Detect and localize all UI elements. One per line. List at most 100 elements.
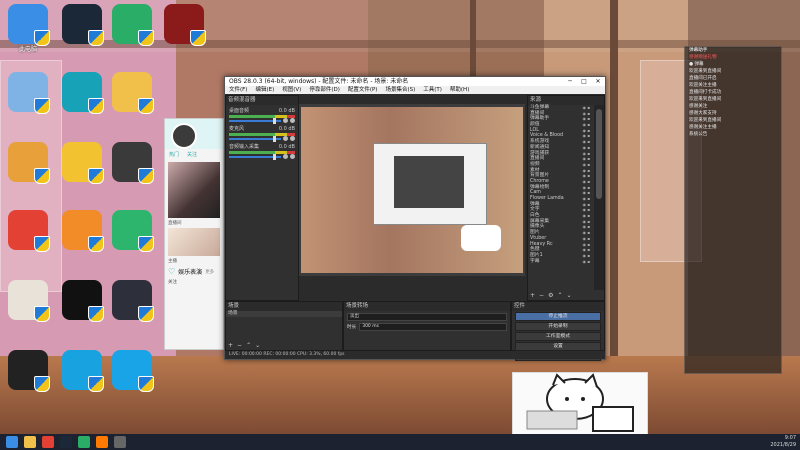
scene-item[interactable]: 场景 bbox=[226, 311, 342, 317]
stop-streaming-button[interactable]: 停止推流 bbox=[515, 312, 601, 321]
preview-canvas[interactable] bbox=[301, 107, 523, 273]
mixer-track: 音频输入采集 0.0 dB bbox=[229, 143, 295, 160]
menu-profile[interactable]: 配置文件(P) bbox=[348, 86, 378, 94]
chat-header bbox=[165, 119, 223, 149]
danmaku-line: 感谢关注主播 bbox=[689, 125, 717, 130]
gear-icon[interactable] bbox=[290, 136, 295, 141]
menu-file[interactable]: 文件(F) bbox=[229, 86, 247, 94]
desktop-icon-blue-app[interactable] bbox=[58, 350, 106, 392]
settings-button[interactable]: 设置 bbox=[515, 342, 601, 351]
list-item[interactable]: 关注 bbox=[168, 279, 220, 285]
avatar[interactable] bbox=[171, 123, 197, 149]
move-down-icon[interactable]: ⌄ bbox=[566, 292, 571, 299]
scrollbar[interactable] bbox=[594, 105, 604, 290]
desktop-icon-xbox[interactable] bbox=[58, 280, 106, 322]
gear-icon[interactable] bbox=[290, 118, 295, 123]
remove-icon[interactable]: − bbox=[539, 292, 544, 299]
entertainment-row[interactable]: ♡ 娱乐表演 更多 bbox=[168, 267, 220, 276]
desktop-icon-wallet[interactable] bbox=[4, 350, 52, 392]
desktop-icon-naraka[interactable] bbox=[160, 4, 208, 46]
scrollbar-thumb[interactable] bbox=[596, 109, 602, 199]
wechat-icon[interactable] bbox=[78, 436, 90, 448]
recycle-icon bbox=[8, 72, 50, 114]
list-item[interactable]: 主播 bbox=[168, 258, 220, 264]
desktop-icon-this-pc[interactable]: 此电脑 bbox=[4, 4, 52, 53]
start-icon[interactable] bbox=[6, 436, 18, 448]
speaker-icon[interactable] bbox=[283, 118, 288, 123]
menu-tools[interactable]: 工具(T) bbox=[423, 86, 442, 94]
obs-icon[interactable] bbox=[114, 436, 126, 448]
transition-select[interactable]: 淡出 bbox=[347, 313, 507, 321]
menu-docks[interactable]: 停靠部件(D) bbox=[309, 86, 340, 94]
chat-app-window[interactable]: 热门 关注 直播间 主播 ♡ 娱乐表演 更多 关注 bbox=[164, 118, 224, 350]
desktop-icon-app-round[interactable] bbox=[58, 72, 106, 114]
close-icon[interactable]: ✕ bbox=[591, 77, 605, 86]
danmaku-line: 欢迎关注主播 bbox=[689, 83, 717, 88]
slider-knob[interactable] bbox=[272, 117, 276, 124]
window-title: OBS 28.0.3 (64-bit, windows) - 配置文件: 未命名… bbox=[229, 78, 409, 85]
tab-hot[interactable]: 热门 bbox=[169, 151, 179, 158]
desktop-icon-app-sheet[interactable] bbox=[4, 142, 52, 184]
desktop-icon-pubg[interactable] bbox=[108, 142, 156, 184]
remove-icon[interactable]: − bbox=[237, 342, 242, 349]
system-tray[interactable]: 9:07 2021/8/29 bbox=[770, 435, 796, 449]
folder-icon bbox=[112, 72, 154, 114]
chrome-icon[interactable] bbox=[42, 436, 54, 448]
audio-mixer-panel: 音频混音器 桌面音频 0.0 dB 麦克风 0.0 dB 音频输入采集 0.0 … bbox=[225, 95, 299, 301]
slider-knob[interactable] bbox=[272, 153, 276, 160]
desktop-icon-valorant-like[interactable] bbox=[108, 280, 156, 322]
source-item[interactable]: 字幕 ◉ ▪ bbox=[530, 259, 592, 265]
visibility-icon[interactable]: ◉ ▪ bbox=[583, 259, 590, 265]
danmaku-line: 直播间打卡成功 bbox=[689, 90, 722, 95]
track-name: 音频输入采集 bbox=[229, 144, 260, 150]
speaker-icon[interactable] bbox=[283, 136, 288, 141]
stream-thumbnail[interactable] bbox=[168, 162, 220, 218]
duration-input[interactable]: 300 ms bbox=[359, 323, 507, 331]
folder-icon[interactable] bbox=[24, 436, 36, 448]
blue-app-icon bbox=[62, 350, 104, 392]
desktop-icon-qq[interactable] bbox=[108, 350, 156, 392]
menu-help[interactable]: 帮助(H) bbox=[450, 86, 469, 94]
desktop-icon-wechat[interactable] bbox=[108, 4, 156, 46]
move-up-icon[interactable]: ⌃ bbox=[246, 342, 251, 349]
minimize-icon[interactable]: ─ bbox=[563, 77, 577, 86]
menu-edit[interactable]: 编辑(E) bbox=[255, 86, 274, 94]
obs-preview[interactable] bbox=[299, 104, 525, 276]
stream-thumbnail[interactable] bbox=[168, 228, 220, 256]
move-up-icon[interactable]: ⌃ bbox=[557, 292, 562, 299]
more-link[interactable]: 更多 bbox=[205, 269, 214, 275]
menu-view[interactable]: 视图(V) bbox=[282, 86, 301, 94]
shield-icon bbox=[88, 30, 104, 46]
slider-knob[interactable] bbox=[272, 135, 276, 142]
desktop-icon-green-app[interactable] bbox=[108, 210, 156, 252]
sources-panel: 来源 斗鱼弹幕 ◉ ▪ 直播间 ◉ ▪ 弹幕助手 ◉ ▪ 颜值 ◉ ▪ LOL ◉ ▪ Voice … bbox=[527, 95, 605, 301]
volume-slider[interactable] bbox=[229, 135, 281, 142]
desktop-icon-bongo[interactable] bbox=[4, 280, 52, 322]
tab-follow[interactable]: 关注 bbox=[187, 151, 197, 158]
desktop-icon-chrome[interactable] bbox=[4, 210, 52, 252]
add-icon[interactable]: + bbox=[228, 342, 233, 349]
desktop-icon-steam[interactable] bbox=[58, 4, 106, 46]
steam-icon[interactable] bbox=[60, 436, 72, 448]
desktop-icon-pox[interactable] bbox=[58, 210, 106, 252]
desktop-icon-raccoon[interactable] bbox=[58, 142, 106, 184]
obs-titlebar[interactable]: OBS 28.0.3 (64-bit, windows) - 配置文件: 未命名… bbox=[225, 77, 605, 86]
speaker-icon[interactable] bbox=[283, 154, 288, 159]
gear-icon[interactable] bbox=[290, 154, 295, 159]
desktop-icon-recycle[interactable] bbox=[4, 72, 52, 114]
shield-icon bbox=[34, 306, 50, 322]
desktop-icon-folder[interactable] bbox=[108, 72, 156, 114]
studio-mode-button[interactable]: 工作室模式 bbox=[515, 332, 601, 341]
obs-window[interactable]: OBS 28.0.3 (64-bit, windows) - 配置文件: 未命名… bbox=[224, 76, 606, 361]
maximize-icon[interactable]: □ bbox=[577, 77, 591, 86]
list-item[interactable]: 直播间 bbox=[168, 220, 220, 226]
gear-icon[interactable]: ⚙ bbox=[548, 292, 553, 299]
app-icon[interactable] bbox=[96, 436, 108, 448]
danmaku-overlay-panel[interactable]: 弹幕助手 感谢赠送礼物 ● 弹幕 欢迎来到直播间 直播间已开启 欢迎关注主播 直播间打卡… bbox=[684, 46, 782, 374]
add-icon[interactable]: + bbox=[530, 292, 535, 299]
volume-slider[interactable] bbox=[229, 117, 281, 124]
menu-scene-collection[interactable]: 场景集合(S) bbox=[385, 86, 415, 94]
move-down-icon[interactable]: ⌄ bbox=[255, 342, 260, 349]
start-recording-button[interactable]: 开始录制 bbox=[515, 322, 601, 331]
volume-slider[interactable] bbox=[229, 153, 281, 160]
